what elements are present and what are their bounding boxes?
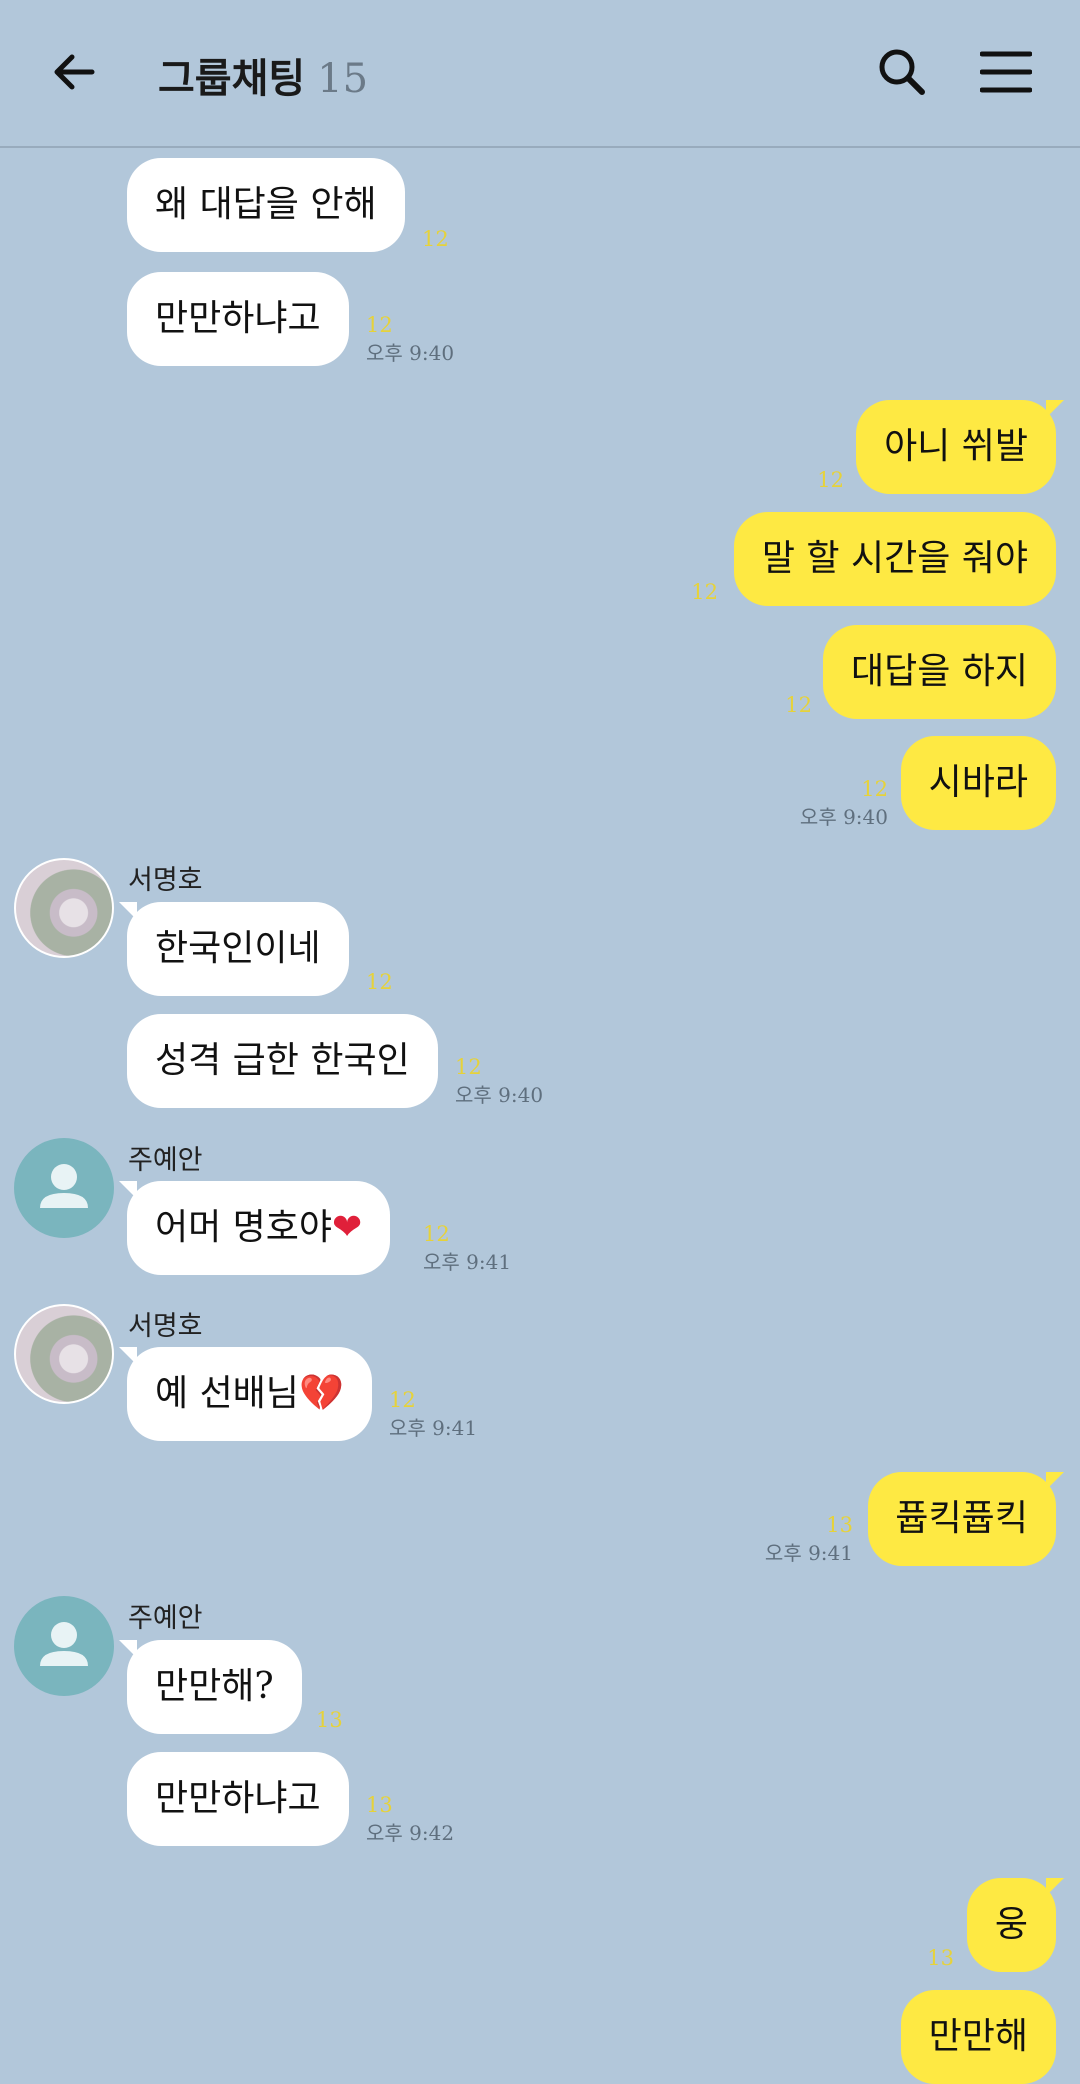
unread-count: 12 xyxy=(861,777,888,801)
message-bubble[interactable]: 어머 명호야❤ xyxy=(118,1181,391,1275)
message-bubble[interactable]: 왜 대답을 안해 xyxy=(127,158,405,252)
message-bubble[interactable]: 대답을 하지 xyxy=(822,625,1056,719)
message-text: 예 선배님 xyxy=(155,1373,299,1414)
unread-count: 12 xyxy=(785,693,812,717)
message-text: 어머 명호야 xyxy=(155,1207,333,1248)
message-bubble[interactable]: 한국인이네 xyxy=(119,902,349,996)
message-received: 만만하냐고 xyxy=(127,1752,349,1846)
message-bubble[interactable]: 웅 xyxy=(966,1878,1065,1972)
chat-header: 그룹채팅 15 xyxy=(0,0,1080,148)
default-avatar[interactable] xyxy=(14,1596,114,1696)
message-received: 성격 급한 한국인 xyxy=(127,1014,438,1108)
message-time: 오후 9:41 xyxy=(423,1250,512,1274)
message-bubble[interactable]: 아니 쒸발 xyxy=(856,400,1064,494)
default-person-icon xyxy=(40,1622,88,1666)
member-count: 15 xyxy=(317,56,369,102)
message-meta: 12 xyxy=(366,970,393,994)
message-received: 왜 대답을 안해 xyxy=(127,158,405,252)
heart-emoji: ❤ xyxy=(332,1207,363,1248)
message-received: 만만해? xyxy=(119,1640,302,1734)
message-meta: 12 오후 9:41 xyxy=(389,1388,477,1441)
unread-count: 13 xyxy=(366,1793,393,1817)
profile-avatar[interactable] xyxy=(14,1304,114,1404)
message-time: 오후 9:40 xyxy=(366,341,455,365)
broken-heart-emoji: 💔 xyxy=(298,1373,344,1414)
message-meta: 12 오후 9:41 xyxy=(423,1222,511,1275)
message-received: 예 선배님💔 xyxy=(119,1347,372,1441)
message-sent: 퓹킥퓹킥 xyxy=(867,1472,1065,1566)
message-meta: 12 오후 9:40 xyxy=(800,777,888,830)
sender-name: 서명호 xyxy=(128,865,203,896)
sender-name: 주예안 xyxy=(128,1603,203,1634)
unread-count: 12 xyxy=(366,313,393,337)
message-sent: 만만해 xyxy=(900,1990,1056,2084)
unread-count: 13 xyxy=(826,1513,853,1537)
message-bubble[interactable]: 예 선배님💔 xyxy=(119,1347,372,1441)
message-time: 오후 9:40 xyxy=(455,1083,544,1107)
default-person-icon xyxy=(40,1164,88,1208)
message-meta: 12 오후 9:40 xyxy=(366,313,454,366)
search-icon[interactable] xyxy=(874,44,930,100)
message-bubble[interactable]: 성격 급한 한국인 xyxy=(127,1014,438,1108)
message-bubble[interactable]: 시바라 xyxy=(900,736,1056,830)
unread-count: 12 xyxy=(455,1055,482,1079)
back-arrow-icon[interactable] xyxy=(48,44,104,100)
unread-count: 12 xyxy=(423,1222,450,1246)
message-time: 오후 9:41 xyxy=(389,1416,478,1440)
message-received: 만만하냐고 xyxy=(127,272,349,366)
message-sent: 아니 쒸발 xyxy=(856,400,1064,494)
message-sent: 대답을 하지 xyxy=(822,625,1056,719)
message-sent: 웅 xyxy=(966,1878,1065,1972)
unread-count: 12 xyxy=(422,227,449,251)
chat-title: 그룹채팅 15 xyxy=(158,46,368,104)
message-meta: 12 xyxy=(785,693,812,717)
message-received: 한국인이네 xyxy=(119,902,349,996)
message-bubble[interactable]: 만만하냐고 xyxy=(127,272,349,366)
unread-count: 12 xyxy=(366,970,393,994)
unread-count: 12 xyxy=(691,580,718,604)
unread-count: 13 xyxy=(927,1946,954,1970)
message-time: 오후 9:41 xyxy=(764,1541,853,1565)
message-meta: 13 xyxy=(316,1708,343,1732)
hamburger-menu-icon[interactable] xyxy=(980,48,1032,96)
chat-title-text: 그룹채팅 xyxy=(158,56,306,102)
profile-avatar[interactable] xyxy=(14,858,114,958)
message-time: 오후 9:42 xyxy=(366,1821,455,1845)
message-meta: 12 오후 9:40 xyxy=(455,1055,543,1108)
message-meta: 12 xyxy=(691,580,718,604)
default-avatar[interactable] xyxy=(14,1138,114,1238)
message-bubble[interactable]: 만만하냐고 xyxy=(127,1752,349,1846)
message-bubble[interactable]: 퓹킥퓹킥 xyxy=(867,1472,1065,1566)
message-meta: 13 오후 9:42 xyxy=(366,1793,454,1846)
message-bubble[interactable]: 만만해 xyxy=(900,1990,1056,2084)
message-meta: 13 오후 9:41 xyxy=(765,1513,853,1566)
sender-name: 주예안 xyxy=(128,1145,203,1176)
message-sent: 말 할 시간을 줘야 xyxy=(733,512,1056,606)
message-received: 어머 명호야❤ xyxy=(118,1181,391,1275)
message-sent: 시바라 xyxy=(900,736,1056,830)
message-meta: 12 xyxy=(422,227,449,251)
unread-count: 12 xyxy=(389,1388,416,1412)
unread-count: 12 xyxy=(817,468,844,492)
message-bubble[interactable]: 말 할 시간을 줘야 xyxy=(733,512,1056,606)
message-meta: 12 xyxy=(817,468,844,492)
unread-count: 13 xyxy=(316,1708,343,1732)
message-bubble[interactable]: 만만해? xyxy=(119,1640,302,1734)
sender-name: 서명호 xyxy=(128,1311,203,1342)
message-meta: 13 xyxy=(927,1946,954,1970)
message-time: 오후 9:40 xyxy=(799,805,888,829)
